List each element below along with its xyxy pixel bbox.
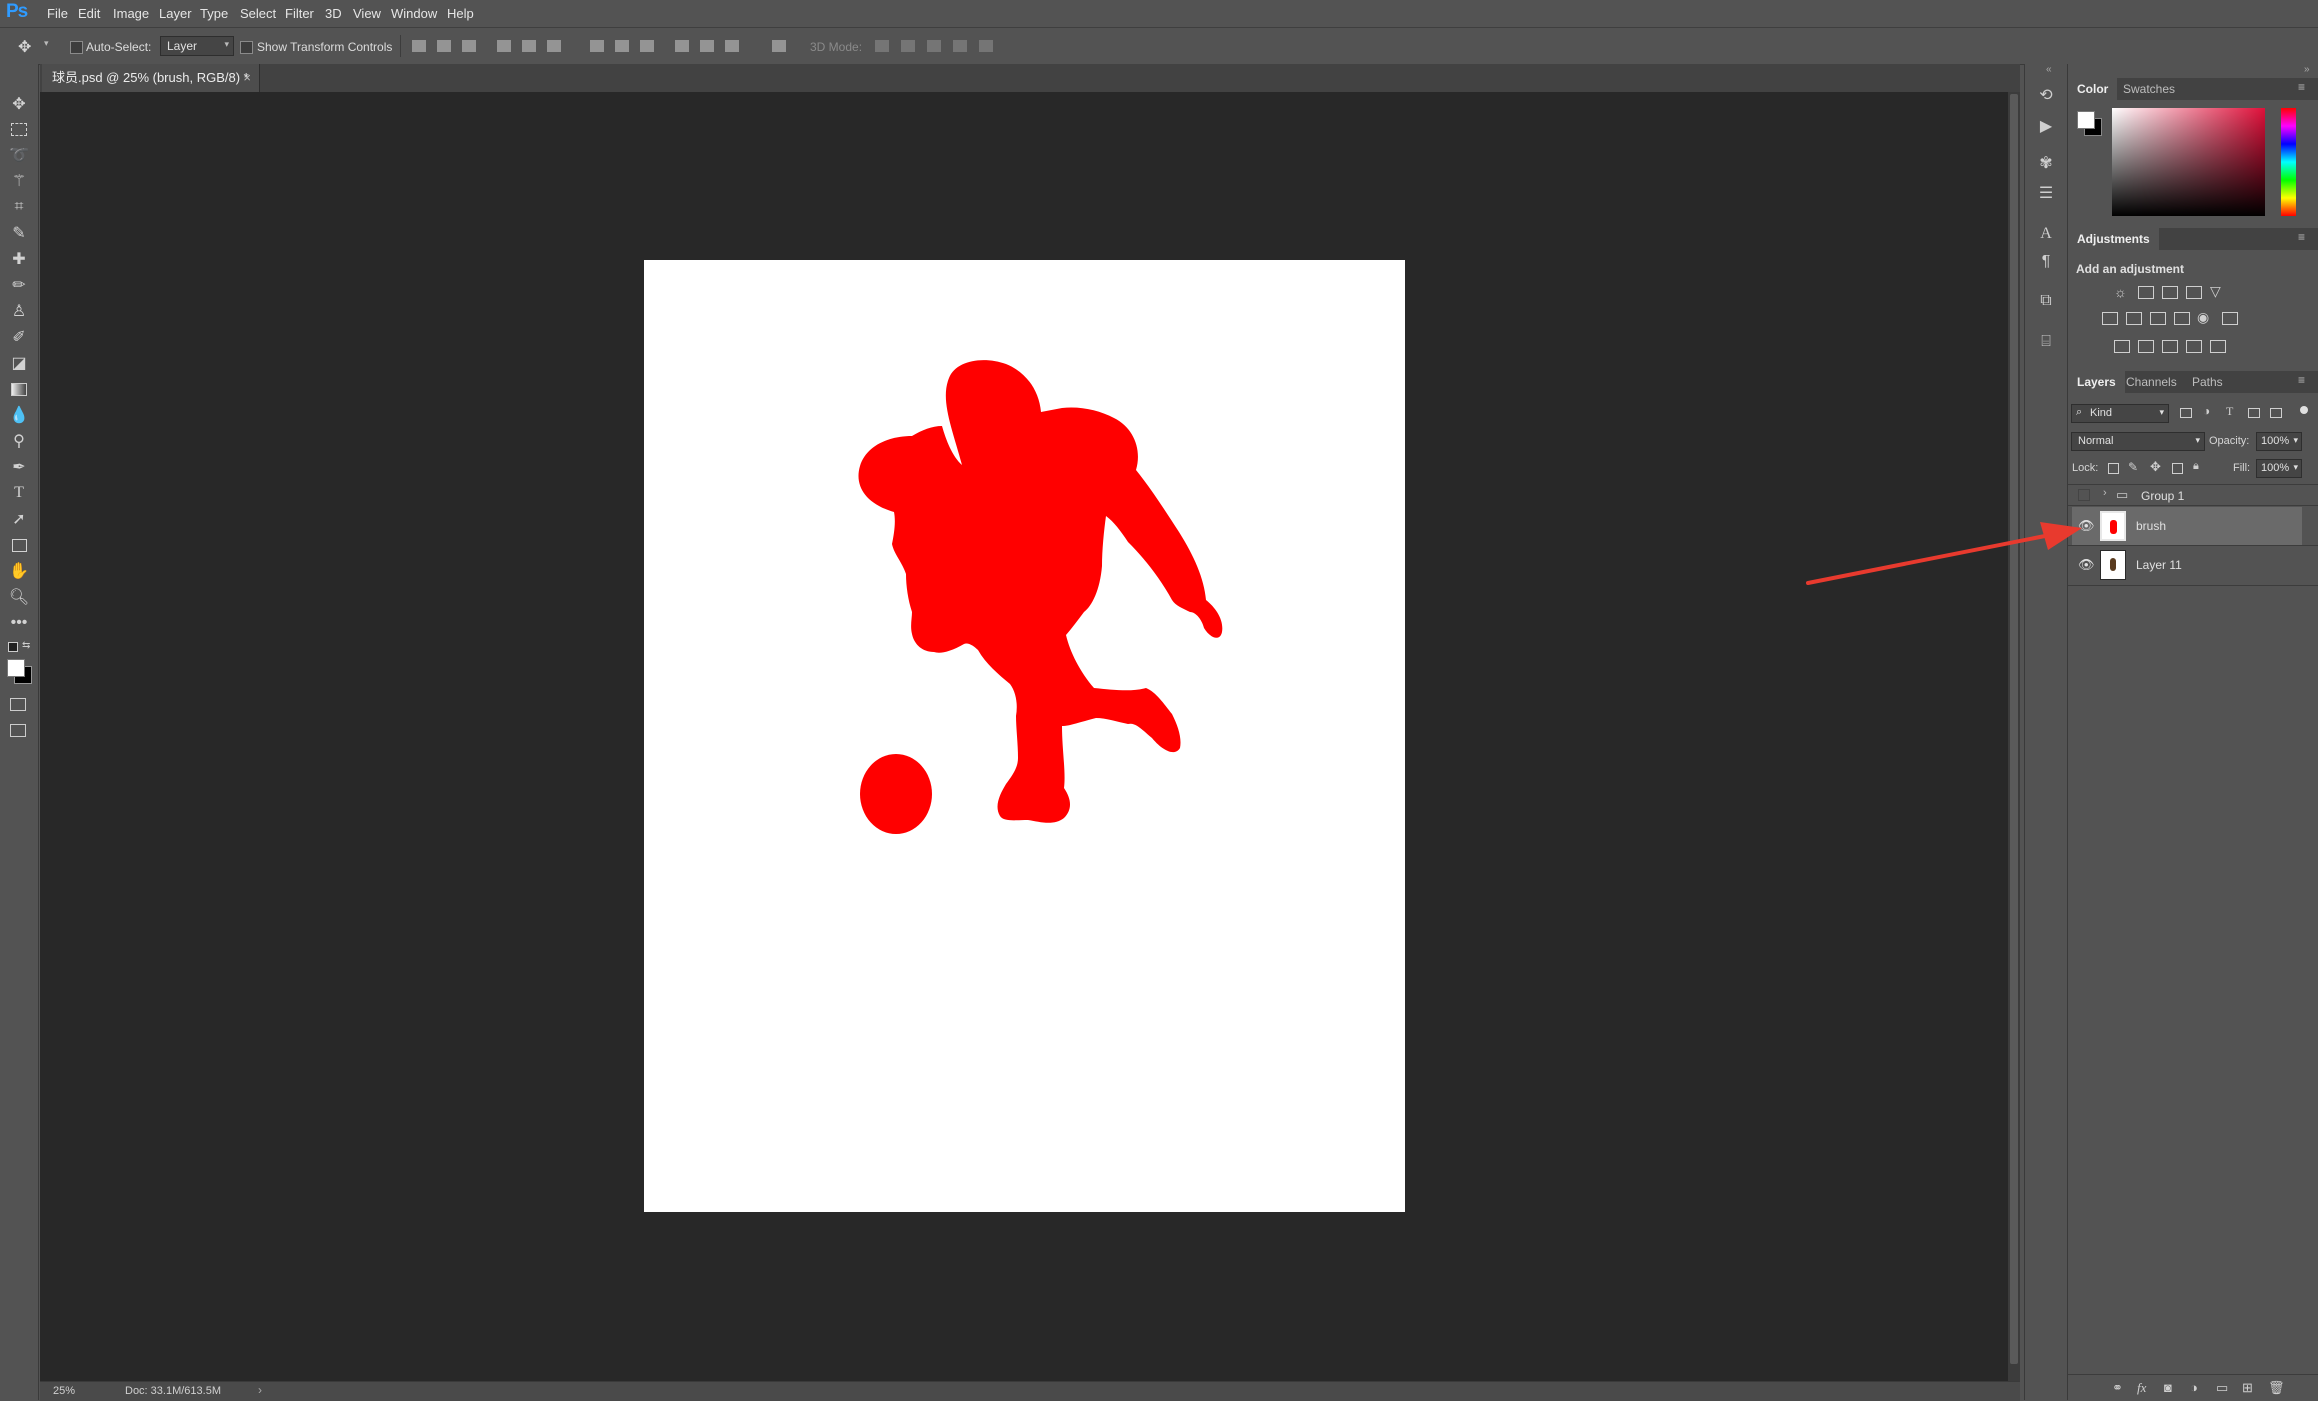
annotation-arrow xyxy=(1806,522,2082,585)
